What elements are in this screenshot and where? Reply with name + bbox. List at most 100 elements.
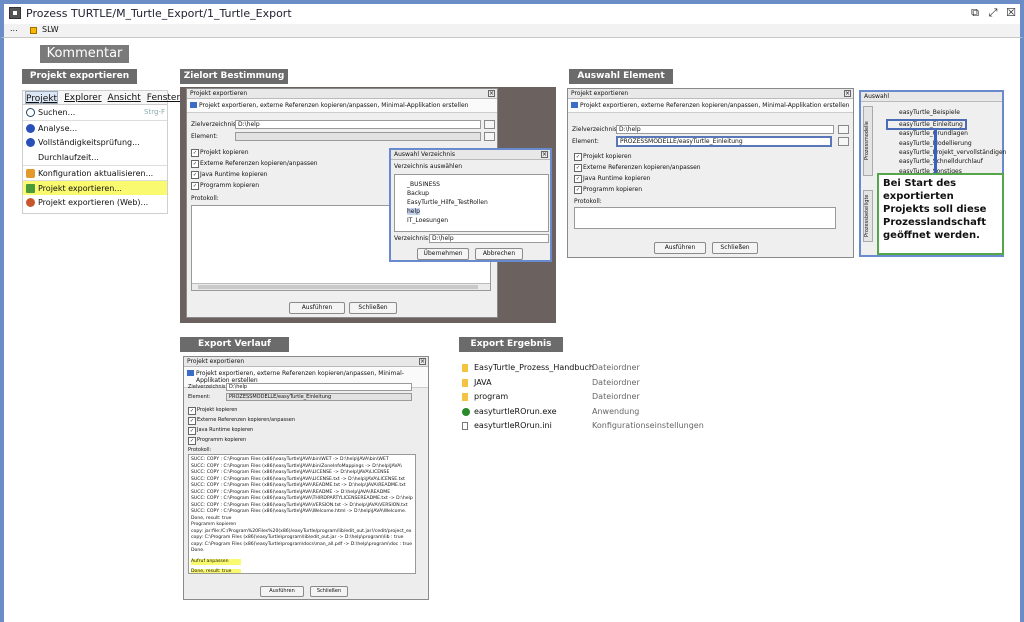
export-icon (26, 184, 35, 193)
tree-item-selected[interactable]: help (407, 208, 420, 215)
file-item[interactable]: JAVA Dateiordner (462, 378, 742, 390)
menu-bar: Projekt Explorer Ansicht Fenster (23, 91, 180, 105)
menu-fenster[interactable]: Fenster (147, 91, 180, 104)
file-item[interactable]: EasyTurtle_Prozess_Handbuch Dateiordner (462, 363, 742, 375)
file-type: Anwendung (592, 406, 640, 416)
log-line: copy: C:\Program Files (x86)\easyTurtle\… (191, 541, 413, 547)
file-type: Dateiordner (592, 377, 640, 387)
protokoll-log[interactable]: SUCC: COPY : C:\Program Files (x86)\easy… (188, 454, 416, 574)
log-line: SUCC: COPY : C:\Program Files (x86)\easy… (191, 496, 413, 501)
check-java-runtime[interactable]: Java Runtime kopieren (191, 171, 267, 179)
close-icon[interactable]: ☒ (1004, 6, 1018, 20)
browse-button[interactable] (484, 120, 495, 129)
tab-prozessbeteiligte[interactable]: Prozessbeteiligte (863, 190, 873, 242)
restore-icon[interactable]: ⧉ (968, 6, 982, 20)
globe-icon (26, 198, 35, 207)
file-name: program (474, 392, 509, 401)
header-export-verlauf: Export Verlauf (180, 337, 289, 352)
folder-tree[interactable]: _BUSINESS Backup EasyTurtle_Hilfe_TestRo… (394, 174, 549, 232)
log-line: copy: C:\Program Files (x86)\easyTurtle\… (191, 535, 404, 540)
header-auswahl-element: Auswahl Element (569, 69, 673, 84)
export-dialog-auswahl: Projekt exportieren × Projekt exportieren… (567, 88, 854, 258)
tab-slw[interactable]: SLW (42, 25, 59, 34)
header-export-ergebnis: Export Ergebnis (459, 337, 563, 352)
search-icon (26, 108, 35, 117)
header-zielort: Zielort Bestimmung (180, 69, 288, 84)
projekt-menu: Projekt Explorer Ansicht Fenster Suchen.… (22, 90, 180, 214)
auswahl-verzeichnis-dialog: Auswahl Verzeichnis × Verzeichnis auswähl… (389, 148, 552, 262)
close-icon[interactable]: × (844, 90, 851, 97)
close-icon[interactable]: × (541, 151, 548, 158)
file-type: Konfigurationseinstellungen (592, 421, 704, 430)
file-type: Dateiordner (592, 392, 640, 401)
file-name: JAVA (474, 377, 492, 387)
list-item[interactable]: easyTurtle_Projekt_vervollständigen (899, 149, 1006, 156)
verzeichnis-field[interactable]: D:\help (429, 234, 549, 243)
list-item[interactable]: easyTurtle_Schnelldurchlauf (899, 158, 983, 165)
horizontal-scrollbar[interactable] (192, 283, 490, 290)
file-type: Dateiordner (592, 363, 640, 372)
dialog-title: Projekt exportieren × (187, 89, 497, 99)
kommentar-label: Kommentar (40, 45, 129, 63)
close-icon[interactable]: × (419, 358, 426, 365)
dialog-header: Projekt exportieren, externe Referenzen … (187, 99, 497, 113)
window-title: Prozess TURTLE/M_Turtle_Export/1_Turtle_… (26, 7, 292, 20)
info-icon (26, 124, 35, 133)
menu-projekt[interactable]: Projekt (25, 91, 59, 104)
log-line: Done, result: true (191, 569, 241, 573)
file-item[interactable]: easyturtleROrun.exe Anwendung (462, 407, 742, 419)
folder-icon (462, 364, 468, 372)
log-line: SUCC: COPY : C:\Program Files (x86)\easy… (191, 509, 407, 514)
file-item[interactable]: easyturtleROrun.ini Konfigurationseinstel… (462, 421, 742, 433)
maximize-icon[interactable]: ⤢ (986, 6, 1000, 20)
hint-note: Bei Start des exportierten Projekts soll… (877, 173, 1004, 255)
protokoll-area[interactable] (574, 207, 836, 229)
file-name: easyturtleROrun.exe (474, 406, 557, 416)
turtle-app-icon (462, 407, 470, 416)
menu-item-vollstaendigkeit[interactable]: Vollständigkeitsprüfung... (23, 135, 167, 150)
check-projekt-kopieren[interactable]: Projekt kopieren (191, 149, 249, 157)
menu-item-analyse[interactable]: Analyse... (23, 120, 167, 135)
list-item[interactable]: easyTurtle_Beispiele (899, 109, 960, 116)
tree-item[interactable]: _BUSINESS (407, 181, 440, 188)
log-line: SUCC: COPY : C:\Program Files (x86)\easy… (191, 457, 389, 462)
tree-item[interactable]: Backup (407, 190, 429, 197)
menu-item-konfiguration[interactable]: Konfiguration aktualisieren... (23, 165, 167, 180)
menu-item-projekt-exportieren[interactable]: Projekt exportieren... (23, 180, 167, 195)
export-dialog-verlauf: Projekt exportieren × Projekt exportieren… (183, 356, 429, 600)
file-item[interactable]: program Dateiordner (462, 392, 742, 404)
schliessen-button[interactable]: Schließen (349, 302, 397, 314)
slw-icon (30, 27, 37, 34)
tree-item[interactable]: IT_Loesungen (407, 217, 448, 224)
tree-item[interactable]: EasyTurtle_Hilfe_TestRollen (407, 199, 488, 206)
menu-item-projekt-exportieren-web[interactable]: Projekt exportieren (Web)... (23, 195, 167, 210)
list-item-selected[interactable]: easyTurtle_Einleitung (886, 119, 967, 130)
abbrechen-button[interactable]: Abbrechen (475, 248, 523, 260)
ini-file-icon (462, 422, 468, 430)
folder-icon (462, 378, 468, 387)
element-field[interactable]: PROZESSMODELLE/easyTurtle_Einleitung (616, 136, 832, 147)
menu-explorer[interactable]: Explorer (64, 91, 101, 104)
uebernehmen-button[interactable]: Übernehmen (417, 248, 469, 260)
check-externe-referenzen[interactable]: Externe Referenzen kopieren/anpassen (191, 160, 318, 168)
document-tabbar: ... SLW (0, 24, 1024, 38)
ausfuehren-button[interactable]: Ausführen (289, 302, 345, 314)
tab-prozessmodelle[interactable]: Prozessmodelle (863, 106, 873, 176)
file-name: EasyTurtle_Prozess_Handbuch (474, 363, 595, 372)
element-field[interactable] (235, 132, 481, 141)
menu-item-suchen[interactable]: Suchen... Strg-F (23, 105, 167, 120)
tab-overflow[interactable]: ... (10, 24, 18, 33)
log-line: SUCC: COPY : C:\Program Files (x86)\easy… (191, 470, 390, 475)
gear-icon (26, 169, 35, 178)
app-icon (9, 7, 21, 19)
browse-button[interactable] (484, 132, 495, 141)
close-icon[interactable]: × (488, 90, 495, 97)
menu-ansicht[interactable]: Ansicht (108, 91, 141, 104)
menu-item-durchlaufzeit[interactable]: Durchlaufzeit... (23, 150, 167, 165)
folder-icon (462, 393, 468, 401)
zielverzeichnis-field[interactable]: D:\help (235, 120, 481, 129)
log-line: Done. (191, 548, 205, 553)
file-name: easyturtleROrun.ini (474, 421, 552, 430)
check-programm-kopieren[interactable]: Programm kopieren (191, 182, 259, 190)
log-line: SUCC: COPY : C:\Program Files (x86)\easy… (191, 483, 406, 488)
